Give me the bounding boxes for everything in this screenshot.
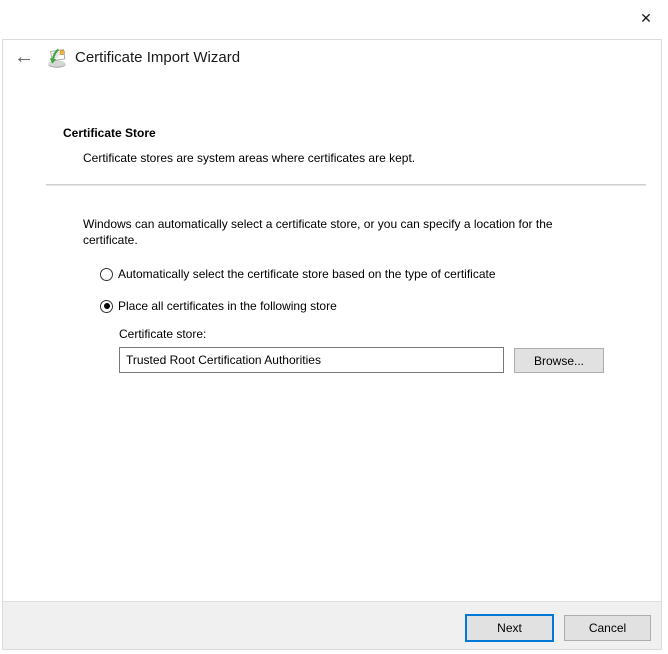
radio-unselected-icon	[100, 267, 113, 281]
header-divider	[46, 184, 646, 186]
browse-button[interactable]: Browse...	[514, 348, 604, 373]
radio-place-in-store[interactable]: Place all certificates in the following …	[100, 299, 337, 313]
cancel-button[interactable]: Cancel	[564, 615, 651, 641]
back-arrow-icon: ←	[14, 45, 34, 68]
radio-selected-icon	[100, 299, 113, 313]
certificate-store-input[interactable]	[119, 347, 504, 373]
footer-bar: Next Cancel	[3, 601, 661, 649]
radio-automatic-store[interactable]: Automatically select the certificate sto…	[100, 267, 496, 281]
certificate-store-label: Certificate store:	[119, 327, 207, 341]
page-heading: Certificate Store	[63, 126, 156, 140]
radio-automatic-label: Automatically select the certificate sto…	[118, 267, 496, 281]
dialog-title: Certificate Import Wizard	[75, 49, 241, 66]
next-button[interactable]: Next	[465, 614, 554, 642]
close-button[interactable]: ✕	[632, 5, 660, 31]
page-subheading: Certificate stores are system areas wher…	[83, 151, 416, 165]
certificate-import-icon	[48, 48, 66, 68]
intro-text: Windows can automatically select a certi…	[83, 217, 553, 247]
back-button[interactable]: ←	[9, 44, 39, 70]
radio-place-label: Place all certificates in the following …	[118, 299, 337, 313]
certificate-import-dialog: ← Certificate Import Wizard Certificate …	[2, 39, 662, 650]
wizard-window: ✕ ← Certificate Import Wizard Certificat…	[0, 0, 668, 654]
close-icon: ✕	[640, 9, 652, 26]
